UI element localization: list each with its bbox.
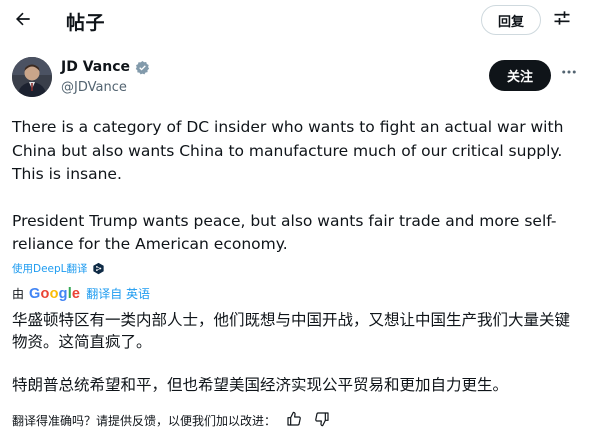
- filter-button[interactable]: [548, 6, 576, 34]
- translated-text: 华盛顿特区有一类内部人士，他们既想与中国开战，又想让中国生产我们大量关键物资。这…: [12, 309, 584, 396]
- avatar[interactable]: [12, 57, 52, 97]
- more-horizontal-icon: [560, 63, 578, 85]
- tweet-paragraph: President Trump wants peace, but also wa…: [12, 211, 557, 254]
- reply-button[interactable]: 回复: [481, 5, 541, 35]
- from-label: 由: [12, 287, 25, 301]
- page-title: 帖子: [66, 12, 106, 34]
- verified-badge-icon: [135, 60, 150, 75]
- translation-paragraph: 华盛顿特区有一类内部人士，他们既想与中国开战，又想让中国生产我们大量关键物资。这…: [12, 311, 571, 351]
- feedback-prompt: 翻译得准确吗？请提供反馈，以便我们加以改进：: [12, 413, 277, 428]
- author-name-text: JD Vance: [61, 59, 130, 75]
- author-handle[interactable]: @JDVance: [61, 80, 127, 95]
- arrow-left-icon: [13, 9, 33, 33]
- translated-from-link[interactable]: 翻译自 英语: [86, 285, 150, 302]
- translation-feedback: 翻译得准确吗？请提供反馈，以便我们加以改进：: [12, 410, 332, 430]
- thumbs-down-button[interactable]: [312, 410, 332, 430]
- top-bar: 帖子 回复: [0, 0, 594, 42]
- more-options-button[interactable]: [558, 63, 580, 85]
- thumbs-up-button[interactable]: [284, 410, 304, 430]
- tweet-paragraph: There is a category of DC insider who wa…: [12, 118, 564, 183]
- sliders-icon: [552, 8, 572, 32]
- thumbs-up-icon: [286, 411, 302, 430]
- author-name[interactable]: JD Vance: [61, 59, 150, 75]
- post-page: 帖子 回复 JD Vance @JDVance 关注 There is a ca…: [0, 0, 594, 436]
- back-button[interactable]: [8, 6, 38, 36]
- deepl-translate-link[interactable]: 使用DeepL翻译: [12, 261, 105, 276]
- deepl-icon: [92, 262, 105, 275]
- follow-button[interactable]: 关注: [489, 60, 551, 91]
- google-logo: Google: [29, 285, 81, 302]
- thumbs-down-icon: [314, 411, 330, 430]
- tweet-text: There is a category of DC insider who wa…: [12, 116, 582, 257]
- deepl-label: 使用DeepL翻译: [12, 263, 88, 275]
- translation-paragraph: 特朗普总统希望和平，但也希望美国经济实现公平贸易和更加自力更生。: [12, 376, 509, 394]
- google-translate-attribution: 由 Google 翻译自 英语: [12, 285, 150, 302]
